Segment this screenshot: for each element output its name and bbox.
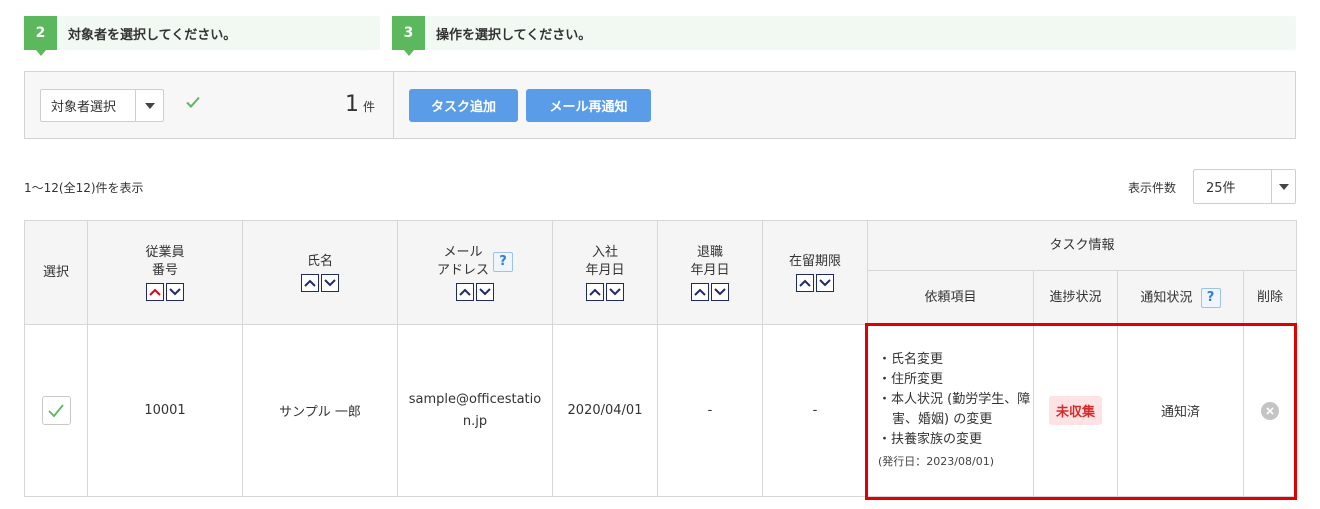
step-number-badge: 3: [392, 16, 425, 56]
employee-task-table: 選択 従業員 番号 氏名 メール アドレス ? 入社 年月日 退職 年月日 在留…: [24, 220, 1298, 497]
col-header-select: 選択: [24, 220, 88, 325]
check-icon: [48, 403, 64, 417]
per-page-select[interactable]: 25件: [1193, 169, 1296, 204]
chevron-up-icon: [459, 288, 471, 296]
sort-down-button[interactable]: [166, 283, 184, 301]
retire-date-cell: -: [657, 324, 763, 497]
request-items-cell: ・氏名変更 ・住所変更 ・本人状況 (勤労学生、障害、婚姻) の変更 ・扶養家族…: [867, 324, 1034, 497]
chevron-down-icon: [819, 279, 831, 287]
dropdown-arrow[interactable]: [1271, 170, 1295, 203]
request-item: ・氏名変更: [878, 351, 944, 367]
sort-down-button[interactable]: [476, 283, 494, 301]
selected-count-unit: 件: [363, 100, 376, 114]
request-item: ・住所変更: [878, 371, 944, 387]
col-header-email: メール アドレス ?: [397, 220, 553, 325]
sort-down-button[interactable]: [711, 283, 729, 301]
sort-down-button[interactable]: [816, 274, 834, 292]
sort-up-button[interactable]: [586, 283, 604, 301]
step-2-text: 対象者を選択してください。: [68, 27, 237, 43]
close-circle-icon[interactable]: [1261, 401, 1279, 420]
chevron-down-icon: [324, 279, 336, 287]
step-3-header: 3 操作を選択してください。: [392, 16, 1296, 56]
chevron-up-icon: [799, 279, 811, 287]
col-header-task-info: タスク情報: [866, 220, 1298, 271]
sort-down-button[interactable]: [321, 274, 339, 292]
notify-status-cell: 通知済: [1117, 324, 1244, 497]
residence-limit-cell: -: [762, 324, 868, 497]
name-cell: サンプル 一郎: [242, 324, 398, 497]
dropdown-arrow[interactable]: [135, 90, 163, 121]
selected-count: 1 件: [345, 92, 375, 117]
per-page-label: 表示件数: [1128, 181, 1177, 195]
sort-up-button[interactable]: [456, 283, 474, 301]
chevron-up-icon: [149, 288, 161, 296]
step-3-text: 操作を選択してください。: [436, 27, 592, 43]
per-page-value: 25件: [1206, 181, 1236, 196]
col-header-retire-date: 退職 年月日: [657, 220, 763, 325]
notify-help-icon[interactable]: ?: [1200, 287, 1221, 308]
toolbar-divider: [393, 72, 394, 138]
sort-up-button[interactable]: [146, 283, 164, 301]
email-cell: sample@officestation.jp: [397, 324, 553, 497]
progress-cell: 未収集: [1033, 324, 1118, 497]
email-help-icon[interactable]: ?: [493, 252, 513, 272]
row-select-cell: [24, 324, 88, 497]
sort-up-button[interactable]: [301, 274, 319, 292]
add-task-button[interactable]: タスク追加: [409, 89, 518, 122]
selected-count-number: 1: [345, 92, 359, 117]
col-header-hire-date: 入社 年月日: [552, 220, 658, 325]
table-row: 10001 サンプル 一郎 sample@officestation.jp 20…: [24, 324, 1298, 497]
col-header-progress: 進捗状況: [1033, 270, 1118, 325]
col-header-name: 氏名: [242, 220, 398, 325]
caret-down-icon: [1278, 183, 1289, 190]
chevron-up-icon: [694, 288, 706, 296]
chevron-up-icon: [589, 288, 601, 296]
col-header-employee-no: 従業員 番号: [87, 220, 243, 325]
sort-up-button[interactable]: [691, 283, 709, 301]
sort-up-button[interactable]: [796, 274, 814, 292]
chevron-up-icon: [304, 279, 316, 287]
row-checkbox[interactable]: [41, 396, 71, 425]
step-number-badge: 2: [24, 16, 57, 56]
step-2-header: 2 対象者を選択してください。: [24, 16, 380, 56]
request-item: ・本人状況 (勤労学生、障害、婚姻) の変更: [878, 391, 1031, 427]
col-header-notify-status: 通知状況 ?: [1117, 270, 1244, 325]
resend-mail-button[interactable]: メール再通知: [526, 89, 651, 122]
sort-down-button[interactable]: [606, 283, 624, 301]
hire-date-cell: 2020/04/01: [552, 324, 658, 497]
target-select-label: 対象者選択: [51, 100, 117, 115]
employee-no-cell: 10001: [87, 324, 243, 497]
delete-cell: [1242, 324, 1298, 497]
chevron-down-icon: [479, 288, 491, 296]
col-header-request-items: 依頼項目: [867, 270, 1034, 325]
result-range-text: 1〜12(全12)件を表示: [24, 181, 144, 195]
col-header-delete: 削除: [1242, 270, 1298, 325]
status-badge: 未収集: [1048, 396, 1102, 425]
chevron-down-icon: [714, 288, 726, 296]
action-toolbar: 対象者選択 1 件 タスク追加 メール再通知: [24, 71, 1296, 139]
check-icon: [186, 96, 200, 108]
col-header-residence-limit: 在留期限: [762, 220, 868, 325]
chevron-down-icon: [169, 288, 181, 296]
issued-date: (発行日：2023/08/01): [878, 454, 994, 468]
chevron-down-icon: [609, 288, 621, 296]
caret-down-icon: [144, 102, 155, 109]
request-item: ・扶養家族の変更: [878, 431, 983, 447]
target-select-dropdown[interactable]: 対象者選択: [40, 89, 164, 122]
